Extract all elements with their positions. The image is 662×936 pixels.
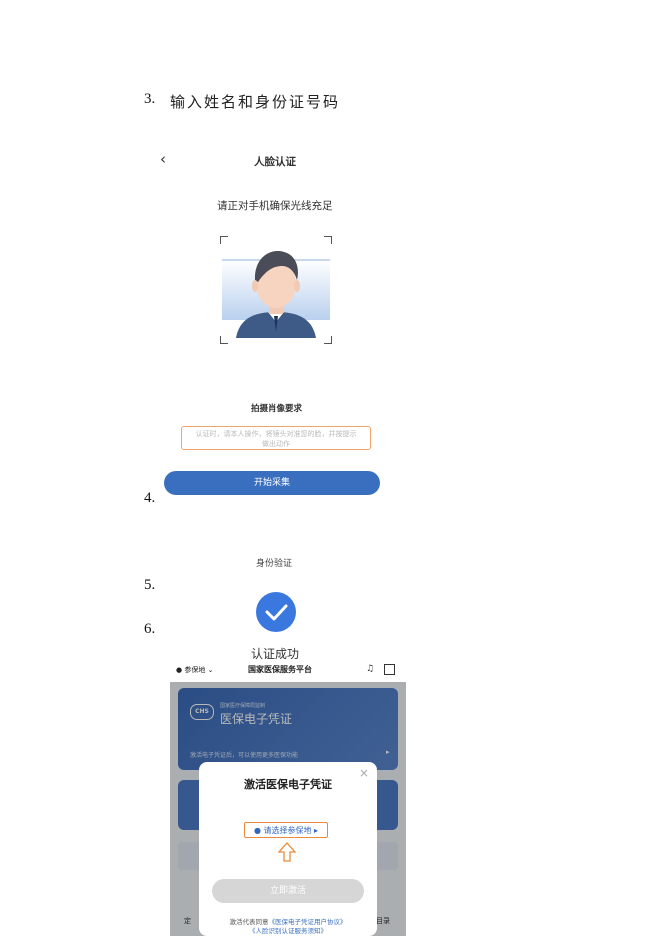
location-pin-icon: ● <box>253 826 261 835</box>
agreement-text: 激活代表同意《医保电子凭证用户协议》 《人脸识别认证服务须知》 <box>199 918 377 936</box>
step-3-number: 3. <box>144 91 156 107</box>
chevron-left-icon[interactable]: ‹ <box>160 150 166 168</box>
app-title: 国家医保服务平台 <box>248 665 312 674</box>
start-capture-button[interactable]: 开始采集 <box>164 471 380 495</box>
step-6-number: 6. <box>144 621 156 637</box>
app-screen: ● 参保地 ⌄ 国家医保服务平台 ♫ CHS 国家医疗保障局监制 医保电子凭证 … <box>170 660 406 936</box>
requirements-text-line2: 做出动作 <box>262 440 290 448</box>
chevron-right-icon: ▸ <box>314 826 319 835</box>
check-mark <box>265 604 288 621</box>
location-selector[interactable]: ● 参保地 ⌄ <box>176 665 213 675</box>
check-circle-icon <box>256 592 296 632</box>
requirements-box: 认证时，请本人操作，将镜头对准您的脸，并按提示 做出动作 <box>181 426 371 450</box>
arrow-up-icon <box>277 842 297 862</box>
requirements-title: 拍摄肖像要求 <box>251 404 303 414</box>
face-auth-notice-link[interactable]: 《人脸识别认证服务须知》 <box>249 927 327 935</box>
region-button-label: 请选择参保地 <box>263 826 312 835</box>
activate-now-button[interactable]: 立即激活 <box>212 879 364 903</box>
bell-icon[interactable]: ♫ <box>366 664 374 674</box>
identity-verification-label: 身份验证 <box>256 559 293 569</box>
location-label: 参保地 <box>184 666 206 674</box>
step-5-number: 5. <box>144 577 156 593</box>
activate-modal: × 激活医保电子凭证 ● 请选择参保地 ▸ 立即激活 激活代表同意《医保电子凭证… <box>199 762 377 936</box>
chevron-down-icon: ⌄ <box>207 666 214 674</box>
scan-icon[interactable] <box>384 664 395 675</box>
select-region-button[interactable]: ● 请选择参保地 ▸ <box>244 822 328 838</box>
requirements-text-line1: 认证时，请本人操作，将镜头对准您的脸，并按提示 <box>195 430 357 438</box>
portrait-illustration <box>222 251 330 338</box>
location-pin-icon: ● <box>176 666 183 674</box>
face-auth-hint: 请正对手机确保光线充足 <box>217 200 333 212</box>
step-4-number: 4. <box>144 490 156 506</box>
step-3-text: 输入姓名和身份证号码 <box>170 93 341 111</box>
modal-title: 激活医保电子凭证 <box>244 778 332 791</box>
face-auth-title: 人脸认证 <box>254 156 296 168</box>
user-agreement-link[interactable]: 《医保电子凭证用户协议》 <box>269 918 347 926</box>
agreement-prefix: 激活代表同意 <box>229 918 269 926</box>
face-frame <box>220 236 332 344</box>
